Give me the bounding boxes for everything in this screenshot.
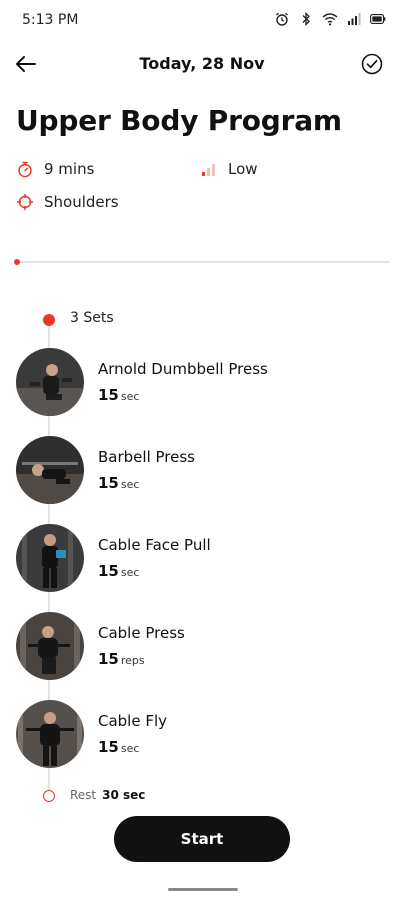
alarm-icon <box>274 11 290 27</box>
exercise-value: 15 <box>98 474 119 492</box>
exercise-thumbnail <box>16 348 84 416</box>
exercise-value: 15 <box>98 562 119 580</box>
rest-info: Rest 30 sec <box>70 788 145 802</box>
exercise-item[interactable]: Cable Face Pull 15 sec <box>16 524 396 594</box>
exercise-item[interactable]: Arnold Dumbbell Press 15 sec <box>16 348 396 418</box>
rest-label: Rest <box>70 788 97 802</box>
check-circle-icon <box>361 53 383 75</box>
stopwatch-icon <box>16 160 34 178</box>
exercise-duration: 15 sec <box>98 562 139 580</box>
progress-bar <box>16 261 390 263</box>
status-bar: 5:13 PM <box>0 0 404 40</box>
exercise-name: Cable Fly <box>98 712 168 730</box>
duration-text: 9 mins <box>44 160 95 178</box>
crosshair-icon <box>16 193 34 211</box>
exercise-unit: reps <box>120 654 145 667</box>
exercise-duration: 15 sec <box>98 474 139 492</box>
target-info: Shoulders <box>16 193 119 211</box>
exercise-duration: 15 sec <box>98 738 139 756</box>
exercise-unit: sec <box>120 742 140 755</box>
home-indicator[interactable] <box>168 888 238 891</box>
signal-icon <box>346 11 362 27</box>
target-text: Shoulders <box>44 193 119 211</box>
sets-label: 3 Sets <box>70 310 114 326</box>
exercise-value: 15 <box>98 738 119 756</box>
exercise-name: Cable Face Pull <box>98 536 211 554</box>
exercise-name: Cable Press <box>98 624 185 642</box>
start-button[interactable]: Start <box>114 816 290 862</box>
exercise-thumbnail <box>16 436 84 504</box>
exercise-duration: 15 sec <box>98 386 139 404</box>
exercise-unit: sec <box>120 478 140 491</box>
battery-icon <box>370 11 386 27</box>
exercise-item[interactable]: Cable Fly 15 sec <box>16 700 396 770</box>
intensity-info: Low <box>200 160 258 178</box>
status-time: 5:13 PM <box>22 12 79 28</box>
intensity-bars-icon <box>200 160 218 178</box>
bluetooth-icon <box>298 11 314 27</box>
exercise-name: Barbell Press <box>98 448 195 466</box>
exercise-unit: sec <box>120 390 140 403</box>
page-title: Today, 28 Nov <box>139 54 265 73</box>
exercise-value: 15 <box>98 650 119 668</box>
header: Today, 28 Nov <box>0 46 404 82</box>
program-title: Upper Body Program <box>16 104 342 137</box>
exercise-duration: 15 reps <box>98 650 145 668</box>
exercise-thumbnail <box>16 700 84 768</box>
exercise-unit: sec <box>120 566 140 579</box>
rest-value: 30 sec <box>102 788 146 802</box>
sets-marker <box>43 314 55 326</box>
exercise-thumbnail <box>16 612 84 680</box>
status-icons <box>274 11 386 27</box>
exercise-value: 15 <box>98 386 119 404</box>
progress-indicator <box>14 259 20 265</box>
exercise-name: Arnold Dumbbell Press <box>98 360 268 378</box>
wifi-icon <box>322 11 338 27</box>
rest-marker <box>43 790 55 802</box>
exercise-item[interactable]: Barbell Press 15 sec <box>16 436 396 506</box>
exercise-item[interactable]: Cable Press 15 reps <box>16 612 396 682</box>
complete-button[interactable] <box>358 50 386 78</box>
exercise-thumbnail <box>16 524 84 592</box>
intensity-text: Low <box>228 160 258 178</box>
duration-info: 9 mins <box>16 160 94 178</box>
